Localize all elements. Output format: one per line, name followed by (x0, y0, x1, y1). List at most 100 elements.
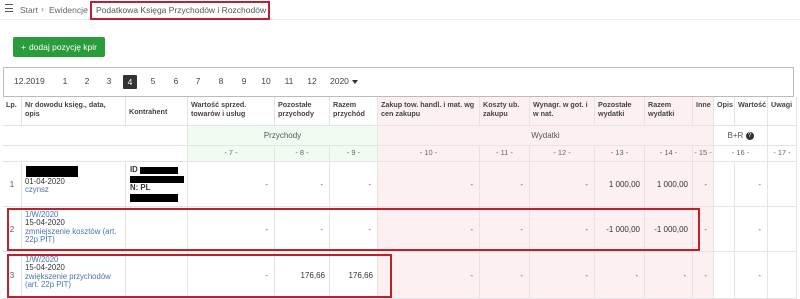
row2-total-income: - (330, 207, 378, 252)
colnum-blank (3, 146, 188, 162)
row3-desc (714, 252, 735, 299)
header-desc: Opis (714, 97, 735, 126)
breadcrumb-current: Podatkowa Księga Przychodów i Rozchodów (90, 1, 270, 20)
header-value: Wartość (735, 97, 768, 126)
row1-wages: - (530, 162, 595, 207)
group-br: B+R ? (714, 126, 768, 146)
row2-contractor (126, 207, 188, 252)
month-4-active[interactable]: 4 (123, 75, 137, 89)
header-other-income: Pozostałe przychody (275, 97, 330, 126)
row1-sales: - (188, 162, 275, 207)
plus-icon: + (20, 42, 26, 52)
month-9[interactable]: 9 (237, 76, 251, 86)
row1-total-expenses: 1 000,00 (645, 162, 693, 207)
header-wages: Wynagr. w got. i w nat. (530, 97, 595, 126)
colnum-12: - 12 - (530, 146, 595, 162)
header-sales: Wartość sprzed. towarów i usług (188, 97, 275, 126)
row2-doc[interactable]: 1/W/2020 15-04-2020 zmniejszenie kosztów… (22, 207, 126, 252)
row1-contractor: ID N: PL (126, 162, 188, 207)
month-6[interactable]: 6 (169, 76, 183, 86)
redacted-contractor-id (140, 167, 178, 174)
kpir-table: Lp. Nr dowodu księg., data, opis Kontrah… (3, 97, 797, 299)
row2-purchase: - (378, 207, 480, 252)
row2-other-income: - (275, 207, 330, 252)
colnum-8: - 8 - (275, 146, 330, 162)
redacted-doc-number (26, 166, 78, 177)
row2-description-cont[interactable]: 22p PIT) (25, 235, 125, 244)
header-total-income: Razem przychód (330, 97, 378, 126)
colnum-16: - 16 - (714, 146, 768, 162)
month-8[interactable]: 8 (214, 76, 228, 86)
breadcrumb-evidence[interactable]: Ewidencje (49, 5, 88, 15)
redacted-contractor-address (130, 194, 178, 202)
contractor-id-label: ID (130, 165, 138, 174)
caret-down-icon (351, 79, 358, 84)
row1-lp: 1 (3, 162, 22, 207)
row3-contractor (126, 252, 188, 299)
row1-other: - (693, 162, 714, 207)
row3-total-income: 176,66 (330, 252, 378, 299)
row3-doc[interactable]: 1/W/2020 15-04-2020 zwiększenie przychod… (22, 252, 126, 299)
header-total-expenses: Razem wydatki (645, 97, 693, 126)
colnum-17: - 17 - (768, 146, 797, 162)
month-11[interactable]: 11 (281, 76, 297, 86)
colnum-13: - 13 - (595, 146, 645, 162)
row2-notes (768, 207, 797, 252)
chevron-right-icon: › (41, 4, 44, 14)
row1-other-income: - (275, 162, 330, 207)
row1-desc (714, 162, 735, 207)
header-other: Inne (693, 97, 714, 126)
year-select[interactable]: 2020 (330, 76, 358, 86)
header-other-expenses: Pozostałe wydatki (595, 97, 645, 126)
row2-wages: - (530, 207, 595, 252)
colnum-15: - 15 - (693, 146, 714, 162)
month-10[interactable]: 10 (258, 76, 274, 86)
row1-doc[interactable]: 01-04-2020 czynsz (22, 162, 126, 207)
row3-notes (768, 252, 797, 299)
month-5[interactable]: 5 (146, 76, 160, 86)
month-1[interactable]: 1 (58, 76, 72, 86)
header-contractor: Kontrahent (126, 97, 188, 126)
add-kpir-entry-button[interactable]: + dodaj pozycję kpir (13, 37, 105, 57)
redacted-contractor-name (130, 176, 184, 183)
row2-desc (714, 207, 735, 252)
row3-purchase-costs: - (480, 252, 530, 299)
prev-period-link[interactable]: 12.2019 (14, 76, 45, 86)
row2-value: - (735, 207, 768, 252)
colnum-9: - 9 - (330, 146, 378, 162)
header-lp: Lp. (3, 97, 22, 126)
row3-sales: - (188, 252, 275, 299)
month-12[interactable]: 12 (304, 76, 320, 86)
header-doc: Nr dowodu księg., data, opis (22, 97, 126, 126)
group-expenses: Wydatki (378, 126, 714, 146)
month-3[interactable]: 3 (102, 76, 116, 86)
header-notes: Uwagi (768, 97, 797, 126)
row3-total-expenses: - (645, 252, 693, 299)
group-blank (3, 126, 188, 146)
group-blank-2 (768, 126, 797, 146)
row3-description-cont[interactable]: (art. 22p PIT) (25, 280, 125, 289)
question-circle-icon[interactable]: ? (745, 131, 754, 140)
menu-icon[interactable] (5, 4, 13, 13)
breadcrumb-start[interactable]: Start (20, 5, 38, 15)
row3-value: - (735, 252, 768, 299)
colnum-11: - 11 - (480, 146, 530, 162)
row3-wages: - (530, 252, 595, 299)
row2-lp: 2 (3, 207, 22, 252)
month-2[interactable]: 2 (80, 76, 94, 86)
month-pager: 12.2019 1 2 3 4 5 6 7 8 9 10 11 12 2020 (3, 67, 794, 97)
row3-purchase: - (378, 252, 480, 299)
colnum-10: - 10 - (378, 146, 480, 162)
colnum-14: - 14 - (645, 146, 693, 162)
row2-total-expenses: -1 000,00 (645, 207, 693, 252)
row3-other-expenses: - (595, 252, 645, 299)
chevron-right-icon: › (85, 4, 88, 14)
row1-total-income: - (330, 162, 378, 207)
month-7[interactable]: 7 (191, 76, 205, 86)
row1-description[interactable]: czynsz (25, 185, 125, 194)
header-purchase-costs: Koszty ub. zakupu (480, 97, 530, 126)
header-purchase: Zakup tow. handl. i mat. wg cen zakupu (378, 97, 480, 126)
row1-value: - (735, 162, 768, 207)
row1-notes (768, 162, 797, 207)
group-income: Przychody (188, 126, 378, 146)
